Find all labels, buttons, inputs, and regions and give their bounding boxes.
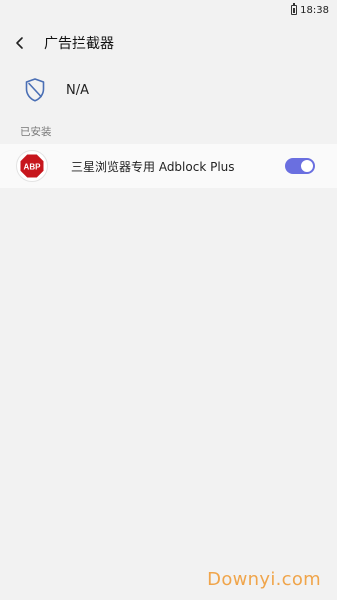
addon-name: 三星浏览器专用 Adblock Plus <box>71 159 235 174</box>
current-blocker-row[interactable]: N/A <box>0 68 337 112</box>
watermark: Downyi.com <box>207 569 321 590</box>
battery-icon <box>291 3 298 15</box>
installed-section-label: 已安装 <box>20 126 52 138</box>
status-bar: 18:38 <box>0 0 337 20</box>
abp-logo-icon: ABP <box>16 150 48 182</box>
screen: 18:38 广告拦截器 N/A 已安装 ABP 三星浏览器专用 Adblock … <box>0 0 337 600</box>
addon-enable-toggle[interactable] <box>285 158 315 174</box>
status-time: 18:38 <box>300 4 329 16</box>
back-arrow-icon <box>16 37 23 49</box>
header: 广告拦截器 <box>0 24 337 62</box>
list-item-adblock-plus[interactable]: ABP 三星浏览器专用 Adblock Plus <box>0 144 337 188</box>
toggle-knob <box>300 159 314 173</box>
page-title: 广告拦截器 <box>44 36 114 52</box>
shield-icon <box>20 77 50 103</box>
abp-logo-text: ABP <box>24 162 42 171</box>
current-blocker-value: N/A <box>66 82 89 98</box>
back-button[interactable] <box>0 24 40 62</box>
